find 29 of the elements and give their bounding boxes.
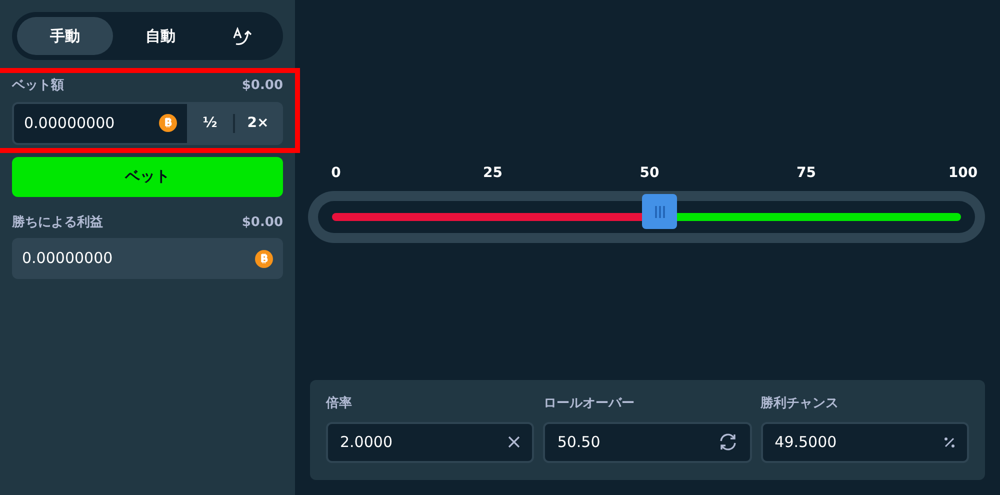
bet-amount-label: ベット額 [12, 76, 64, 95]
stat-field[interactable]: 50.50 [543, 422, 752, 462]
tick-label: 100 [948, 164, 978, 183]
tick-label: 0 [330, 164, 342, 183]
double-button[interactable]: 2× [235, 104, 281, 142]
tick-label: 25 [482, 164, 504, 183]
usd-value: $0.00 [242, 77, 283, 95]
stat-label: 勝利チャンス [760, 395, 840, 413]
slider-thumb[interactable] [642, 194, 678, 229]
refresh-icon [718, 433, 738, 451]
stat-label: ロールオーバー [543, 395, 636, 413]
half-button[interactable]: ½ [187, 104, 233, 142]
letter-arrow-icon [232, 26, 254, 47]
bet-amount-field[interactable]: 0.00000000 [14, 104, 187, 142]
profit-label: 勝ちによる利益 [12, 214, 103, 232]
bitcoin-icon [255, 250, 273, 268]
stat-label: 倍率 [326, 394, 353, 413]
bitcoin-icon [159, 114, 177, 132]
mode-tab[interactable]: 自動 [112, 17, 208, 55]
tick-label: 75 [796, 164, 817, 183]
usd-value: $0.00 [242, 214, 283, 232]
bet-button[interactable]: ベット [12, 156, 283, 196]
tick-label: 50 [638, 164, 660, 183]
percent-icon [944, 436, 955, 448]
mode-tab[interactable]: 手動 [17, 17, 112, 55]
profit-field: 0.00000000 [12, 238, 283, 279]
close-icon [508, 436, 520, 448]
stat-field[interactable]: 49.5000 [760, 422, 969, 462]
stat-field[interactable]: 2.0000 [326, 422, 534, 462]
